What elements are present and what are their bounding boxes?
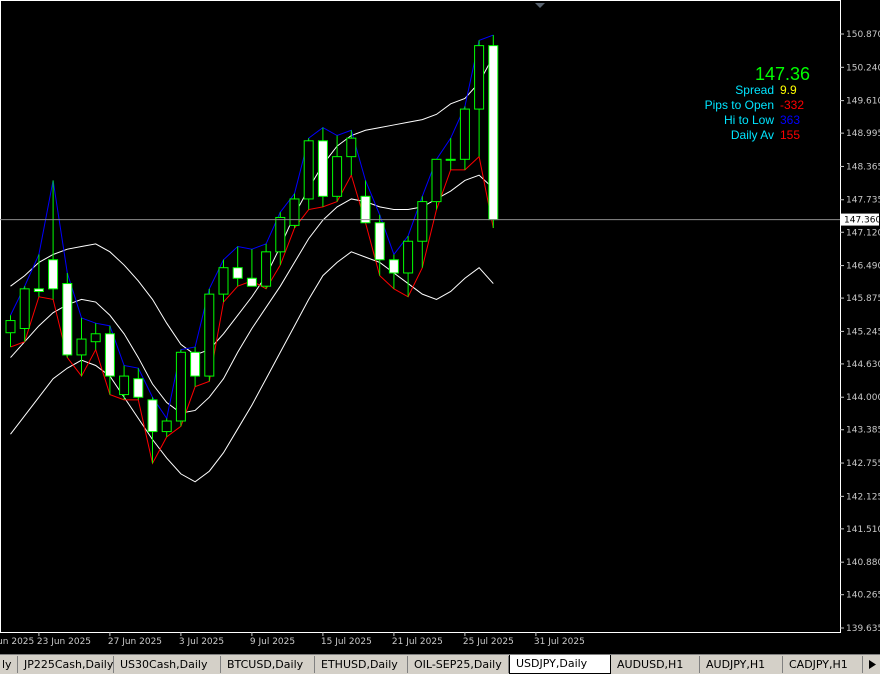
info-row: Hi to Low 363 — [724, 113, 810, 127]
y-tick-label: 147.735 — [846, 196, 880, 206]
info-value: 363 — [780, 113, 801, 127]
y-tick-label: 140.265 — [846, 591, 880, 601]
candle-body — [289, 198, 300, 226]
candle-body — [5, 320, 16, 334]
tab-jp225cash-daily[interactable]: JP225Cash,Daily — [18, 656, 114, 673]
x-tick-label: 15 Jul 2025 — [321, 637, 372, 647]
candle-body — [459, 108, 470, 160]
candle-body — [232, 267, 243, 279]
x-tick-label: 27 Jun 2025 — [108, 637, 162, 647]
x-tick-label: 31 Jul 2025 — [534, 637, 585, 647]
symbol-tab-bar: ly JP225Cash,Daily US30Cash,Daily BTCUSD,Da… — [0, 654, 880, 674]
info-price: 147.36 — [754, 64, 810, 84]
candle-body — [275, 216, 286, 253]
y-tick-label: 150.870 — [846, 30, 880, 40]
current-price-label: 147.360 — [844, 216, 880, 226]
candle-body — [332, 156, 343, 197]
x-tick-label: 3 Jul 2025 — [179, 637, 224, 647]
candle-body — [133, 378, 144, 398]
x-tick-label: 9 Jul 2025 — [250, 637, 295, 647]
candle-body — [33, 288, 44, 292]
candle-body — [374, 222, 385, 261]
y-tick-label: 140.880 — [846, 558, 880, 568]
info-label: Pips to Open — [704, 98, 774, 112]
tab-ethusd-daily[interactable]: ETHUSD,Daily — [315, 656, 408, 673]
y-tick-label: 150.240 — [846, 63, 880, 73]
tab-cadjpy-h1[interactable]: CADJPY,H1 — [783, 656, 863, 673]
y-tick-label: 143.385 — [846, 426, 880, 436]
y-tick-label: 145.875 — [846, 294, 880, 304]
tab-oil-sep25-daily[interactable]: OIL-SEP25,Daily — [408, 656, 509, 673]
candle-body — [246, 277, 257, 287]
y-tick-label: 144.630 — [846, 360, 880, 370]
tab-audjpy-h1[interactable]: AUDJPY,H1 — [700, 656, 783, 673]
y-tick-label: 142.125 — [846, 492, 880, 502]
candle-body — [488, 45, 499, 221]
y-tick-label: 149.610 — [846, 97, 880, 107]
info-value: -332 — [780, 98, 805, 112]
tab-audusd-h1[interactable]: AUDUSD,H1 — [611, 656, 700, 673]
info-value: 9.9 — [780, 83, 797, 97]
y-tick-label: 142.755 — [846, 459, 880, 469]
shift-marker-icon — [535, 3, 545, 8]
info-row: Daily Av 155 — [731, 128, 810, 142]
candle-body — [346, 137, 357, 158]
y-tick-label: 145.245 — [846, 327, 880, 337]
tab-us30cash-daily[interactable]: US30Cash,Daily — [114, 656, 221, 673]
candle-body — [76, 338, 87, 356]
candle-body — [261, 251, 272, 287]
tab-ly[interactable]: ly — [0, 656, 18, 673]
candle-body — [388, 259, 399, 274]
candle-body — [403, 240, 414, 274]
candle-body — [175, 351, 186, 422]
candle-body — [119, 375, 130, 396]
candle-body — [417, 201, 428, 242]
info-label: Hi to Low — [723, 113, 774, 127]
y-tick-label: 147.120 — [846, 228, 880, 238]
candle-body — [48, 259, 59, 290]
candle-body — [474, 45, 485, 110]
y-tick-label: 144.000 — [846, 393, 880, 403]
candle-body — [445, 158, 456, 161]
chart-frame — [0, 0, 841, 633]
candle-body — [19, 288, 30, 329]
x-tick-label: 21 Jul 2025 — [392, 637, 443, 647]
info-row: Spread 9.9 — [735, 83, 810, 97]
candle-body — [317, 140, 328, 197]
y-tick-label: 139.635 — [846, 624, 880, 634]
candle-body — [431, 158, 442, 203]
x-tick-label: 23 Jun 2025 — [37, 637, 91, 647]
y-tick-label: 141.510 — [846, 525, 880, 535]
y-tick-label: 148.995 — [846, 129, 880, 139]
candle-body — [161, 420, 172, 433]
candle-body — [303, 140, 314, 200]
candle-body — [147, 399, 158, 433]
info-value: 155 — [780, 128, 801, 142]
info-label: Daily Av — [730, 128, 774, 142]
info-row: Pips to Open -332 — [705, 98, 810, 112]
candle-body — [218, 267, 229, 295]
tab-btcusd-daily[interactable]: BTCUSD,Daily — [221, 656, 315, 673]
candle-body — [62, 283, 73, 356]
candle-body — [190, 351, 201, 377]
candle-body — [204, 293, 215, 377]
candle-body — [104, 333, 115, 377]
tab-usdjpy-daily[interactable]: USDJPY,Daily — [509, 655, 611, 674]
y-tick-label: 148.365 — [846, 162, 880, 172]
triangle-right-icon[interactable] — [866, 658, 878, 671]
candle-body — [360, 195, 371, 224]
info-label: Spread — [735, 83, 774, 97]
x-tick-label: 19 Jun 2025 — [0, 637, 34, 647]
x-tick-label: 25 Jul 2025 — [463, 637, 514, 647]
candle-body — [90, 333, 101, 343]
y-tick-label: 146.490 — [846, 262, 880, 272]
